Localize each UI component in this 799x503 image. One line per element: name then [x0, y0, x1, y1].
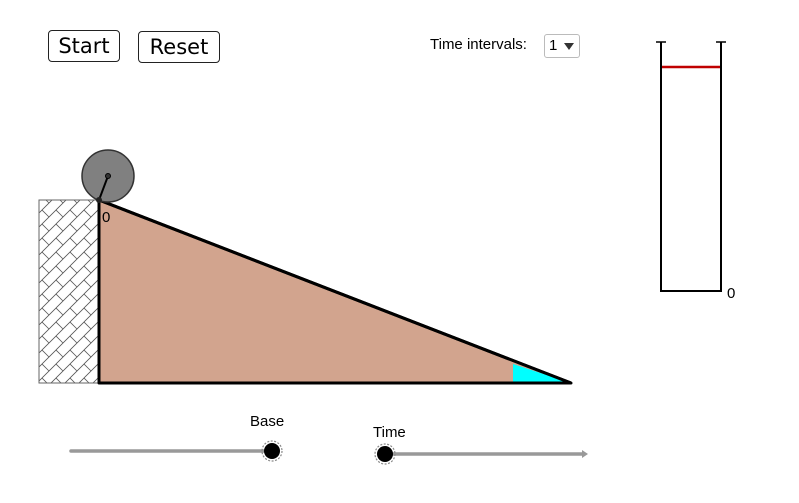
reset-button[interactable]: Reset — [138, 31, 220, 63]
start-button[interactable]: Start — [48, 30, 120, 62]
base-slider-label: Base — [250, 413, 285, 430]
time-slider[interactable] — [374, 443, 588, 465]
time-intervals-dropdown[interactable]: 1 — [544, 34, 580, 58]
tube-zero-label: 0 — [727, 285, 735, 302]
time-intervals-value: 1 — [549, 37, 558, 54]
time-slider-label: Time — [373, 424, 406, 441]
time-intervals-label: Time intervals: — [430, 36, 527, 53]
measuring-tube — [656, 41, 726, 292]
wall-block — [38, 199, 100, 384]
incline-origin-point — [96, 197, 102, 203]
ball-center — [105, 173, 111, 179]
chevron-down-icon — [564, 43, 574, 50]
base-slider[interactable] — [69, 440, 283, 462]
incline-origin-label: 0 — [102, 209, 110, 226]
